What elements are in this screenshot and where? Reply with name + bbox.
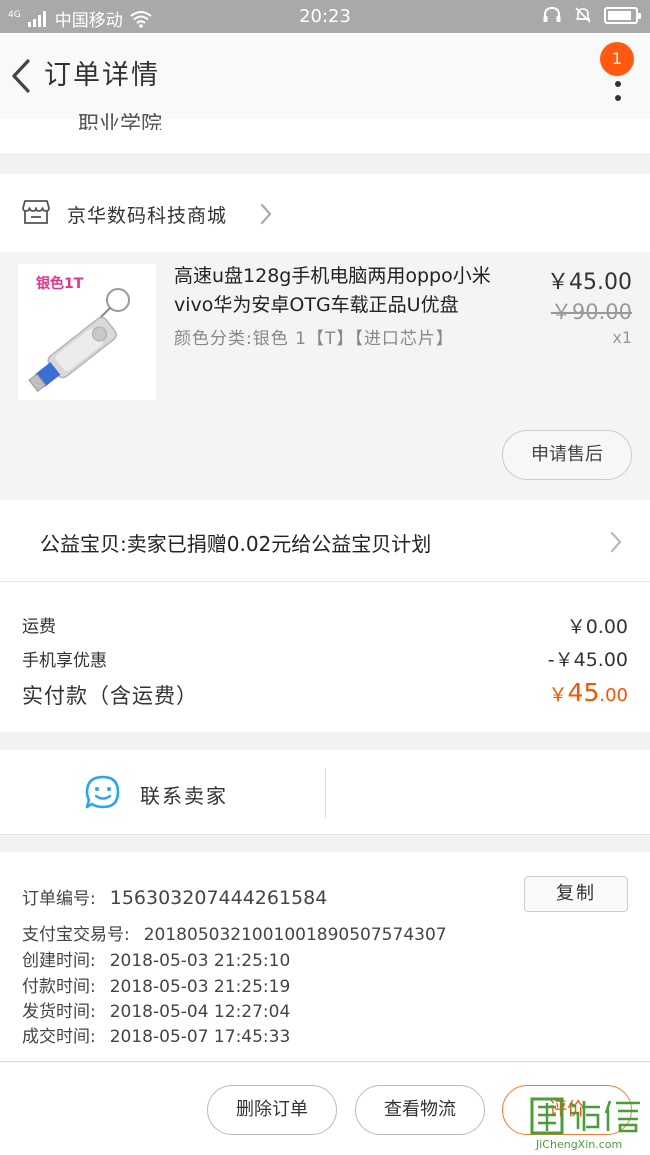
alipay-row: 支付宝交易号: 2018050321001001890507574307 — [22, 920, 447, 945]
paid-label: 付款时间: — [22, 977, 96, 997]
order-number-label: 订单编号: — [22, 889, 96, 909]
copy-button[interactable]: 复制 — [524, 876, 628, 912]
product-item[interactable]: 银色1T 高速u盘128g手机电脑两用oppo小米vivo华为安卓OTG车载正品… — [0, 252, 650, 500]
alipay-label: 支付宝交易号: — [22, 925, 130, 945]
more-dot-icon — [615, 95, 621, 101]
battery-level — [608, 10, 632, 20]
shipping-label: 运费 — [22, 617, 56, 637]
page-title: 订单详情 — [44, 60, 160, 91]
order-number-value: 156303207444261584 — [109, 887, 328, 909]
chat-bubble-icon — [85, 775, 120, 809]
more-dot-icon — [615, 81, 621, 87]
product-price: ￥45.00 — [547, 270, 632, 295]
notification-badge[interactable]: 1 — [600, 42, 634, 76]
completed-value: 2018-05-07 17:45:33 — [109, 1027, 291, 1047]
shipped-row: 发货时间: 2018-05-04 12:27:04 — [22, 997, 290, 1022]
completed-row: 成交时间: 2018-05-07 17:45:33 — [22, 1022, 290, 1047]
site-watermark-logo: JiChengXin.com — [526, 1093, 648, 1151]
chevron-left-icon — [12, 59, 30, 93]
contact-seller-button[interactable]: 联系卖家 — [84, 770, 284, 816]
paid-value: 2018-05-03 21:25:19 — [109, 977, 291, 997]
shipped-label: 发货时间: — [22, 1002, 96, 1022]
product-original-price: ￥90.00 — [550, 300, 632, 324]
discount-label: 手机享优惠 — [22, 651, 107, 671]
battery-icon — [604, 6, 641, 24]
status-bar: 4G 中国移动 20:23 — [0, 0, 650, 33]
usb-drive-image — [28, 288, 130, 392]
created-value: 2018-05-03 21:25:10 — [109, 951, 291, 971]
product-spec: 颜色分类:银色 1【T】【进口芯片】 — [174, 329, 454, 349]
delete-order-button[interactable]: 删除订单 — [207, 1085, 337, 1135]
shop-row[interactable]: 京华数码科技商城 — [0, 174, 650, 252]
product-title[interactable]: 高速u盘128g手机电脑两用oppo小米vivo华为安卓OTG车载正品U优盘 — [174, 262, 524, 320]
back-button[interactable] — [4, 53, 44, 99]
contact-seller-label: 联系卖家 — [140, 784, 228, 808]
status-right — [542, 6, 641, 24]
headset-icon — [543, 6, 561, 22]
created-label: 创建时间: — [22, 951, 96, 971]
total-integer: 45 — [567, 678, 600, 707]
order-info: 订单编号: 156303207444261584 复制 支付宝交易号: 201805… — [0, 852, 650, 1062]
charity-text: 公益宝贝:卖家已捐赠0.02元给公益宝贝计划 — [40, 532, 432, 556]
shipping-value: ￥0.00 — [566, 616, 628, 638]
shipped-value: 2018-05-04 12:27:04 — [109, 1002, 291, 1022]
discount-value: -￥45.00 — [547, 649, 628, 671]
product-quantity: x1 — [612, 328, 632, 347]
paid-row: 付款时间: 2018-05-03 21:25:19 — [22, 972, 290, 997]
total-label: 实付款（含运费） — [22, 684, 198, 708]
bell-muted-icon — [575, 7, 591, 23]
completed-label: 成交时间: — [22, 1027, 96, 1047]
nav-header: 订单详情 — [0, 33, 650, 119]
after-sale-button[interactable]: 申请售后 — [502, 430, 632, 480]
divider — [325, 768, 326, 818]
shop-name: 京华数码科技商城 — [67, 205, 228, 227]
created-row: 创建时间: 2018-05-03 21:25:10 — [22, 946, 290, 971]
chevron-right-icon — [260, 203, 272, 225]
total-currency: ￥ — [548, 684, 568, 706]
alipay-value: 2018050321001001890507574307 — [143, 925, 447, 945]
fee-summary: 运费 ￥0.00 手机享优惠 -￥45.00 实付款（含运费） ￥45.00 — [0, 582, 650, 732]
charity-row[interactable]: 公益宝贝:卖家已捐赠0.02元给公益宝贝计划 — [0, 500, 650, 582]
view-logistics-button[interactable]: 查看物流 — [355, 1085, 485, 1135]
chevron-right-icon — [610, 531, 622, 553]
order-number-row: 订单编号: 156303207444261584 — [22, 884, 327, 909]
total-value: ￥45.00 — [549, 678, 628, 707]
address-tail-text: 职业学院 — [78, 112, 162, 130]
product-thumbnail[interactable]: 银色1T — [18, 264, 156, 400]
total-decimal: .00 — [599, 685, 628, 706]
watermark-subtext: JiChengXin.com — [536, 1138, 623, 1151]
contact-section: 联系卖家 — [0, 750, 650, 835]
store-icon — [22, 200, 50, 224]
